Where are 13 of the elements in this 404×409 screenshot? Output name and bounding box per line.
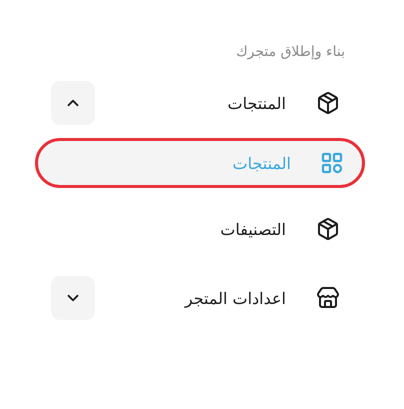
store-icon	[316, 286, 340, 310]
nav-label: التصنيفات	[219, 220, 286, 238]
box-icon	[316, 91, 340, 115]
nav-label: المنتجات	[226, 94, 286, 112]
box-icon	[316, 217, 340, 241]
expand-toggle[interactable]	[51, 276, 95, 320]
expand-toggle[interactable]	[51, 81, 95, 125]
nav-item[interactable]: التصنيفات	[35, 207, 365, 251]
nav-item[interactable]: المنتجات	[35, 81, 365, 125]
grid-icon	[321, 152, 343, 174]
section-heading: بناء وإطلاق متجرك	[236, 43, 346, 62]
nav-item[interactable]: اعدادات المتجر	[35, 276, 365, 320]
nav-label: اعدادات المتجر	[183, 288, 286, 308]
